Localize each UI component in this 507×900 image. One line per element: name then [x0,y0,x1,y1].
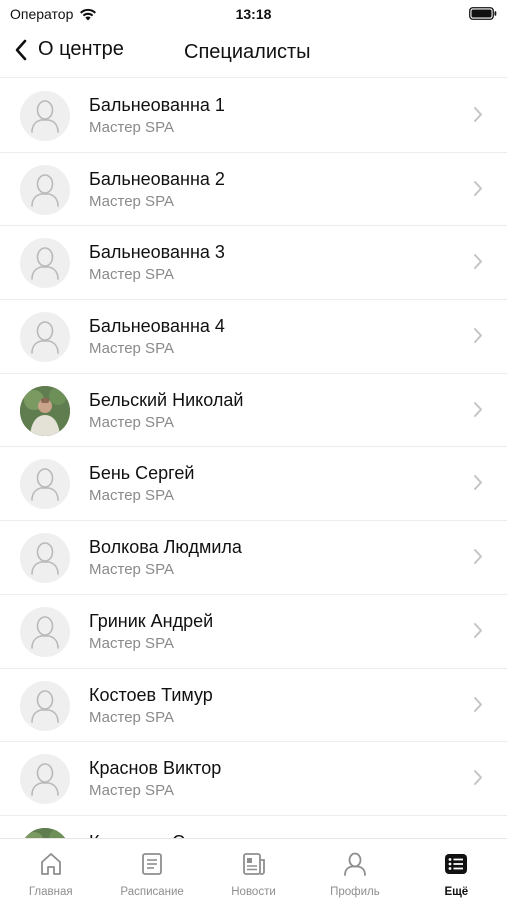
avatar-placeholder-icon [20,533,70,584]
chevron-right-icon [473,696,483,718]
page-title: Специалисты [184,41,311,63]
chevron-right-icon [473,253,483,275]
news-icon [241,851,267,882]
tab-profile[interactable]: Профиль [304,839,405,900]
tab-bar: Главная Расписание Новости Профиль Ещё [0,838,507,900]
specialist-name: Краснов Виктор [89,758,222,779]
profile-icon [342,851,368,882]
list-item[interactable]: Кривенко СветланаМастер SPA [0,816,507,838]
navigation-bar: О центре Специалисты [0,28,507,78]
avatar-placeholder-icon [20,91,70,141]
chevron-right-icon [473,327,483,349]
chevron-right-icon [473,180,483,202]
list-item[interactable]: Волкова Людмила Мастер SPA [0,521,507,595]
back-button[interactable]: О центре [14,38,124,61]
specialist-name: Волкова Людмила [89,537,242,558]
schedule-icon [139,851,165,882]
specialist-name: Костоев Тимур [89,684,213,705]
specialist-role: Мастер SPA [89,487,174,505]
status-bar: Оператор 13:18 [0,0,507,28]
list-item[interactable]: Краснов Виктор Мастер SPA [0,742,507,816]
avatar-placeholder-icon [20,606,70,657]
tab-schedule[interactable]: Расписание [101,839,202,900]
tab-label: Главная [28,886,73,898]
list-item[interactable]: Костоев Тимур Мастер SPA [0,669,507,743]
chevron-left-icon [15,39,27,60]
chevron-right-icon [473,769,483,791]
specialist-role: Мастер SPA [89,119,174,136]
status-time: 13:18 [235,6,272,22]
tab-home[interactable]: Главная [0,839,101,900]
list-item[interactable]: Бальнеованна 3 Мастер SPA [0,226,507,301]
specialist-role: Мастер SPA [89,708,174,726]
list-item[interactable]: Гриник Андрей Мастер SPA [0,595,507,669]
more-icon [443,851,469,882]
list-item[interactable]: Бальнеованна 4 Мастер SPA [0,300,507,374]
specialist-role: Мастер SPA [89,561,174,579]
specialist-name: Бальнеованна 4 [89,316,225,337]
chevron-right-icon [473,401,483,423]
specialist-role: Мастер SPA [89,782,174,800]
specialist-name: Бальнеованна 2 [89,168,225,189]
specialist-name: Бальнеованна 3 [89,242,225,263]
list-item[interactable]: Бень Сергей Мастер SPA [0,447,507,522]
specialist-role: Мастер SPA [89,266,174,284]
avatar-placeholder-icon [20,238,70,289]
specialist-role: Мастер SPA [89,340,174,358]
tab-label: Ещё [444,886,469,898]
chevron-right-icon [473,622,483,644]
tab-label: Новости [231,886,276,898]
chevron-right-icon [473,474,483,496]
tab-label: Профиль [330,886,380,898]
specialist-role: Мастер SPA [89,413,174,431]
specialist-name: Бальнеованна 1 [89,95,225,115]
avatar [20,385,70,436]
specialist-role: Мастер SPA [89,634,174,652]
tab-more[interactable]: Ещё [406,839,507,900]
avatar-placeholder-icon [20,680,70,731]
avatar [20,827,70,838]
chevron-right-icon [473,548,483,570]
specialist-role: Мастер SPA [89,192,174,210]
list-item[interactable]: Бельский Николай Мастер SPA [0,374,507,448]
list-item[interactable]: Бальнеованна 2 Мастер SPA [0,153,507,227]
back-button-label: О центре [38,38,124,60]
specialist-name: Гриник Андрей [89,610,214,631]
tab-news[interactable]: Новости [203,839,304,900]
specialist-list[interactable]: Бальнеованна 1 Мастер SPA Бальнеованна 2 Ма… [0,79,507,838]
home-icon [38,851,64,882]
avatar-placeholder-icon [20,754,70,805]
specialist-name: Бельский Николай [89,389,244,410]
battery-icon [469,7,497,20]
avatar-placeholder-icon [20,459,70,510]
list-item[interactable]: Бальнеованна 1 Мастер SPA [0,79,507,153]
avatar-placeholder-icon [20,164,70,215]
specialist-name: Бень Сергей [89,463,195,484]
chevron-right-icon [473,106,483,128]
tab-label: Расписание [120,886,184,898]
avatar-placeholder-icon [20,312,70,363]
